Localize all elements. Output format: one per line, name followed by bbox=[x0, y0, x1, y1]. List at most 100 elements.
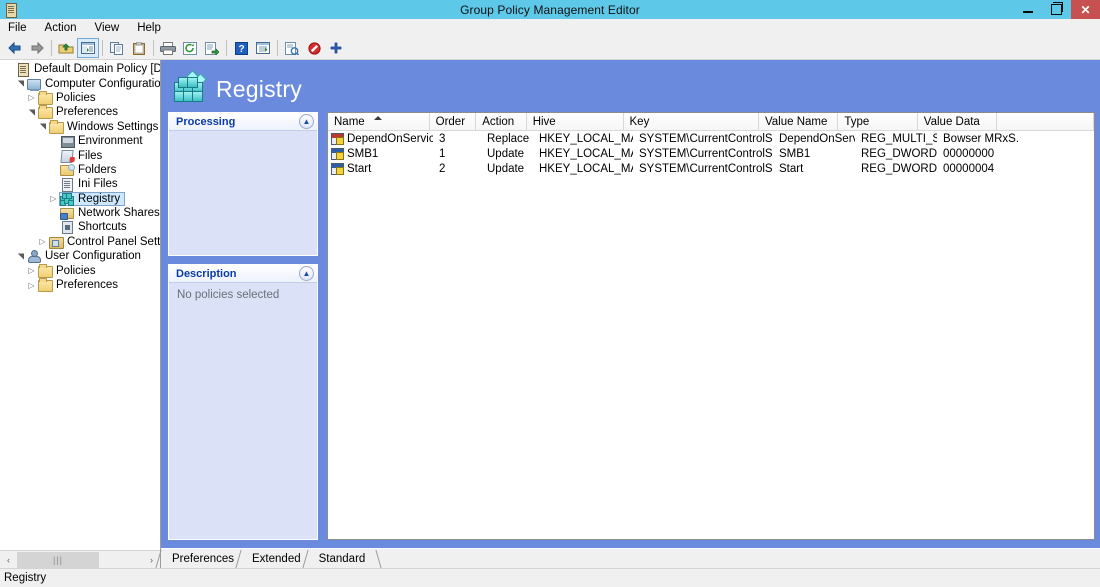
cell-action: Replace bbox=[481, 133, 533, 145]
cell-text: Update bbox=[487, 148, 524, 160]
folder-icon bbox=[48, 120, 64, 134]
processing-panel-body bbox=[169, 131, 317, 255]
computer-icon bbox=[26, 77, 42, 91]
window-title: Group Policy Management Editor bbox=[0, 3, 1100, 17]
column-header-blank[interactable] bbox=[997, 113, 1094, 130]
tree-item-windows-settings[interactable]: ◢ Windows Settings bbox=[0, 120, 160, 134]
description-panel-body: No policies selected bbox=[169, 283, 317, 539]
tree-expander-expanded-icon[interactable]: ◢ bbox=[27, 107, 36, 118]
column-header-type[interactable]: Type bbox=[838, 113, 917, 130]
tree-item-default-domain-policy-dc02-c[interactable]: Default Domain Policy [DC02.C bbox=[0, 62, 160, 76]
list-body[interactable]: DependOnService3Replace HKEY_LOCAL_MAC...… bbox=[328, 131, 1094, 539]
copy-icon[interactable] bbox=[106, 38, 128, 58]
column-header-order[interactable]: Order bbox=[430, 113, 477, 130]
tree-expander-collapsed-icon[interactable]: ▷ bbox=[48, 194, 59, 203]
refresh-icon[interactable] bbox=[179, 38, 201, 58]
disable-icon[interactable] bbox=[303, 38, 325, 58]
column-header-hive[interactable]: Hive bbox=[527, 113, 624, 130]
registry-icon bbox=[59, 192, 75, 206]
tree-item-label: Windows Settings bbox=[67, 121, 158, 133]
cell-text: 1 bbox=[439, 148, 445, 160]
tree-item-label: User Configuration bbox=[45, 250, 141, 262]
tree-horizontal-scrollbar[interactable]: ‹ ||| › bbox=[0, 550, 160, 568]
column-header-value-name[interactable]: Value Name bbox=[759, 113, 838, 130]
cell-order: 3 bbox=[433, 133, 481, 145]
tree-item-preferences[interactable]: ◢Preferences bbox=[0, 105, 160, 119]
tree-item-preferences[interactable]: ▷Preferences bbox=[0, 278, 160, 292]
show-window-icon[interactable] bbox=[252, 38, 274, 58]
chevron-up-icon[interactable]: ▲ bbox=[299, 114, 314, 129]
table-row[interactable]: SMB11UpdateHKEY_LOCAL_MAC...SYSTEM\Curre… bbox=[328, 146, 1094, 161]
processing-panel-title: Processing bbox=[176, 116, 299, 128]
paste-icon[interactable] bbox=[128, 38, 150, 58]
tree-expander-expanded-icon[interactable]: ◢ bbox=[38, 121, 47, 132]
tree-item-label: Ini Files bbox=[78, 178, 118, 190]
scroll-thumb[interactable]: ||| bbox=[17, 552, 99, 568]
menu-file[interactable]: File bbox=[8, 21, 36, 35]
tree-item-folders[interactable]: Folders bbox=[0, 163, 160, 177]
show-hide-tree-icon[interactable] bbox=[77, 38, 99, 58]
table-row[interactable]: Start2UpdateHKEY_LOCAL_MAC...SYSTEM\Curr… bbox=[328, 162, 1094, 177]
registry-items-list[interactable]: NameOrderActionHiveKeyValue NameTypeValu… bbox=[327, 112, 1095, 540]
tree-item-shortcuts[interactable]: Shortcuts bbox=[0, 220, 160, 234]
cell-name: DependOnService bbox=[328, 133, 433, 145]
tree-item-files[interactable]: Files bbox=[0, 148, 160, 162]
tree-item-label: Control Panel Setting bbox=[67, 236, 160, 248]
sort-ascending-icon bbox=[374, 116, 382, 120]
forward-icon[interactable] bbox=[26, 38, 48, 58]
export-list-icon[interactable] bbox=[201, 38, 223, 58]
tree-item-environment[interactable]: Environment bbox=[0, 134, 160, 148]
tree-item-user-configuration[interactable]: ◢ User Configuration bbox=[0, 249, 160, 263]
table-row[interactable]: DependOnService3ReplaceHKEY_LOCAL_MAC...… bbox=[328, 131, 1094, 146]
tree-item-policies[interactable]: ▷Policies bbox=[0, 91, 160, 105]
navigation-tree[interactable]: Default Domain Policy [DC02.C◢Computer C… bbox=[0, 60, 160, 550]
cell-text: HKEY_LOCAL_MAC... bbox=[539, 163, 633, 175]
tree-item-label: Environment bbox=[78, 135, 143, 147]
tree-item-control-panel-setting[interactable]: ▷ Control Panel Setting bbox=[0, 235, 160, 249]
column-header-action[interactable]: Action bbox=[476, 113, 526, 130]
list-header-row[interactable]: NameOrderActionHiveKeyValue NameTypeValu… bbox=[328, 113, 1094, 131]
scroll-track[interactable]: ||| bbox=[17, 552, 143, 568]
cell-text: SMB1 bbox=[347, 148, 378, 160]
title-bar: Group Policy Management Editor ✕ bbox=[0, 0, 1100, 19]
tab-standard[interactable]: Standard bbox=[310, 550, 375, 568]
column-header-value-data[interactable]: Value Data bbox=[918, 113, 997, 130]
print-icon[interactable] bbox=[157, 38, 179, 58]
column-header-key[interactable]: Key bbox=[624, 113, 759, 130]
tree-expander-expanded-icon[interactable]: ◢ bbox=[16, 251, 25, 262]
column-header-name[interactable]: Name bbox=[328, 113, 430, 130]
help-icon[interactable]: ? bbox=[230, 38, 252, 58]
view-tabs[interactable]: PreferencesExtendedStandard bbox=[161, 548, 1100, 568]
shortcuts-icon bbox=[59, 220, 75, 234]
tree-item-network-shares[interactable]: Network Shares bbox=[0, 206, 160, 220]
scroll-left-arrow[interactable]: ‹ bbox=[0, 552, 17, 568]
tree-expander-expanded-icon[interactable]: ◢ bbox=[16, 78, 25, 89]
cell-text: REG_DWORD bbox=[861, 163, 937, 175]
tree-item-ini-files[interactable]: Ini Files bbox=[0, 177, 160, 191]
properties-icon[interactable] bbox=[281, 38, 303, 58]
menu-view[interactable]: View bbox=[95, 21, 129, 35]
cell-text: SMB1 bbox=[779, 148, 810, 160]
toolbar-separator bbox=[102, 40, 103, 56]
new-item-icon[interactable] bbox=[325, 38, 347, 58]
menu-help[interactable]: Help bbox=[137, 21, 170, 35]
tree-item-label: Files bbox=[78, 150, 102, 162]
ini-files-icon bbox=[59, 177, 75, 191]
back-icon[interactable] bbox=[4, 38, 26, 58]
menu-bar: File Action View Help bbox=[0, 19, 1100, 37]
resize-grip[interactable] bbox=[1084, 570, 1100, 586]
tree-item-computer-configuration[interactable]: ◢Computer Configuration bbox=[0, 76, 160, 90]
chevron-up-icon[interactable]: ▲ bbox=[299, 266, 314, 281]
tree-expander-collapsed-icon[interactable]: ▷ bbox=[26, 266, 37, 275]
cell-action: Update bbox=[481, 163, 533, 175]
tree-item-registry[interactable]: ▷Registry bbox=[0, 192, 160, 206]
menu-action[interactable]: Action bbox=[45, 21, 86, 35]
up-folder-icon[interactable] bbox=[55, 38, 77, 58]
folder-icon bbox=[37, 264, 53, 278]
tab-extended[interactable]: Extended bbox=[243, 550, 310, 568]
tree-expander-collapsed-icon[interactable]: ▷ bbox=[26, 281, 37, 290]
tree-expander-collapsed-icon[interactable]: ▷ bbox=[26, 93, 37, 102]
tree-item-policies[interactable]: ▷Policies bbox=[0, 263, 160, 277]
tab-preferences[interactable]: Preferences bbox=[163, 550, 243, 568]
tree-expander-collapsed-icon[interactable]: ▷ bbox=[37, 237, 48, 246]
